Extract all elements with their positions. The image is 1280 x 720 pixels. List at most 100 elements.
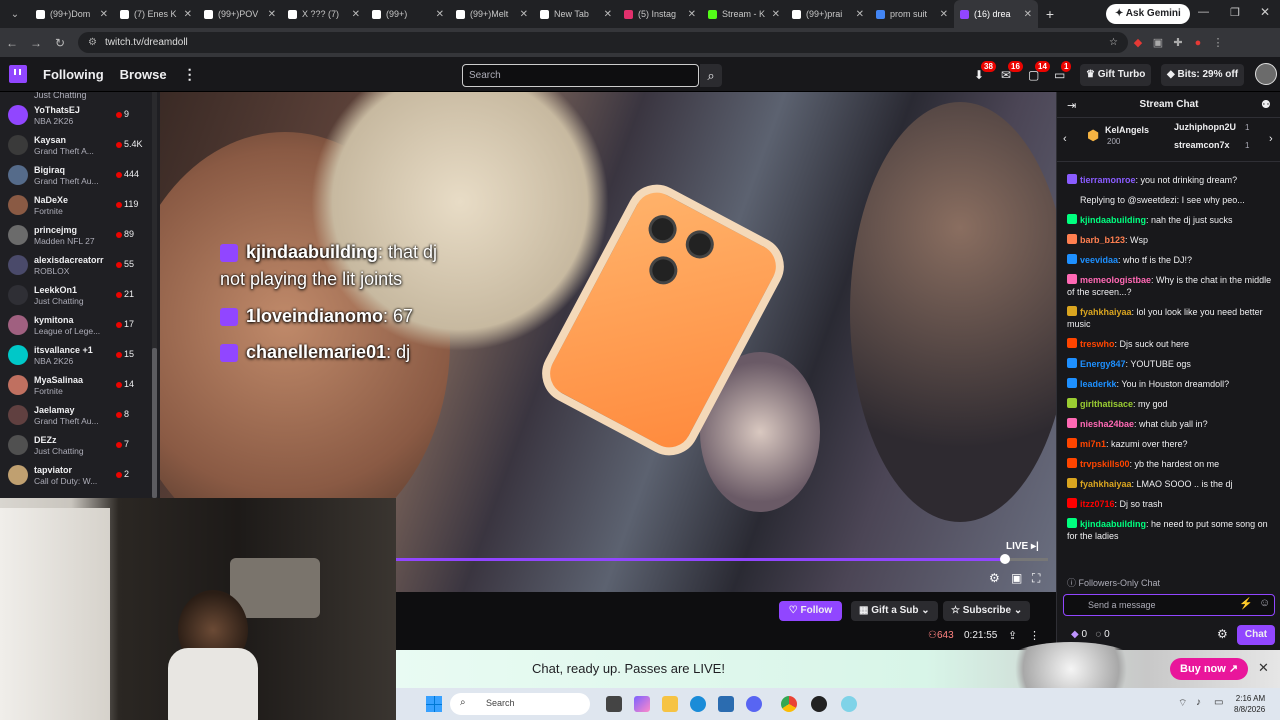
browse-link[interactable]: Browse [120, 67, 167, 82]
store-icon[interactable] [718, 696, 734, 712]
chat-username[interactable]: barb_b123 [1080, 235, 1125, 245]
discord-icon[interactable] [746, 696, 762, 712]
close-tab-icon[interactable]: ✕ [1024, 9, 1032, 20]
app-icon[interactable] [841, 696, 857, 712]
browser-tab[interactable]: X ??? (7) ✕ [282, 0, 366, 28]
close-tab-icon[interactable]: ✕ [184, 9, 192, 20]
close-tab-icon[interactable]: ✕ [100, 9, 108, 20]
close-tab-icon[interactable]: ✕ [688, 9, 696, 20]
copilot-icon[interactable] [634, 696, 650, 712]
sidebar-channel[interactable]: Kaysan Grand Theft A... 5.4K [0, 130, 160, 160]
sidebar-channel[interactable]: DEZz Just Chatting 7 [0, 430, 160, 460]
tab-search-icon[interactable]: ⌄ [0, 9, 30, 20]
app-icon[interactable] [811, 696, 827, 712]
close-tab-icon[interactable]: ✕ [856, 9, 864, 20]
windows-start-icon[interactable] [426, 696, 442, 712]
channel-points[interactable]: ◆ 0 ◌ 0 [1071, 629, 1110, 640]
close-tab-icon[interactable]: ✕ [520, 9, 528, 20]
chat-username[interactable]: trvpskills00 [1080, 459, 1130, 469]
chevron-left-icon[interactable]: ‹ [1063, 133, 1067, 145]
sidebar-scrollbar[interactable] [152, 92, 157, 498]
browser-tab[interactable]: (16) drea ✕ [954, 0, 1038, 28]
browser-tab[interactable]: (99+)Melt ✕ [450, 0, 534, 28]
sidebar-channel[interactable]: Bigiraq Grand Theft Au... 444 [0, 160, 160, 190]
buy-now-button[interactable]: Buy now ↗ [1170, 658, 1249, 680]
extension-icon[interactable]: ▣ [1148, 36, 1168, 49]
chat-username[interactable]: mi7n1 [1080, 439, 1106, 449]
task-view-icon[interactable] [606, 696, 622, 712]
chat-username[interactable]: tierramonroe [1080, 175, 1136, 185]
sidebar-channel[interactable]: MyaSalinaa Fortnite 14 [0, 370, 160, 400]
system-clock[interactable]: 2:16 AM 8/8/2026 [1234, 693, 1265, 715]
close-tab-icon[interactable]: ✕ [772, 9, 780, 20]
close-tab-icon[interactable]: ✕ [436, 9, 444, 20]
subscribe-button[interactable]: ☆ Subscribe ⌄ [943, 601, 1031, 621]
ask-gemini-button[interactable]: ✦ Ask Gemini [1106, 4, 1190, 24]
sidebar-channel[interactable]: YoThatsEJ NBA 2K26 9 [0, 100, 160, 130]
taskbar-search-input[interactable]: Search [450, 693, 590, 715]
sidebar-channel[interactable]: kymitona League of Lege... 17 [0, 310, 160, 340]
battery-icon[interactable]: ▭ [1214, 697, 1223, 708]
chat-username[interactable]: kjindaabuilding [1080, 519, 1146, 529]
extensions-puzzle-icon[interactable]: ✚ [1168, 36, 1188, 49]
edge-icon[interactable] [690, 696, 706, 712]
more-options-icon[interactable]: ⋮ [1029, 629, 1040, 642]
settings-gear-icon[interactable]: ⚙ [989, 571, 1000, 585]
gift-sub-button[interactable]: ▦ Gift a Sub ⌄ [851, 601, 938, 621]
gift-turbo-button[interactable]: ♛ Gift Turbo [1080, 64, 1152, 86]
video-progress-bar[interactable] [395, 558, 1048, 561]
close-tab-icon[interactable]: ✕ [352, 9, 360, 20]
bits-cheer-icon[interactable]: ⚡ [1239, 597, 1253, 610]
chevron-right-icon[interactable]: › [1269, 133, 1273, 145]
chat-username[interactable]: kjindaabuilding [1080, 215, 1146, 225]
chat-username[interactable]: Energy847 [1080, 359, 1126, 369]
address-bar[interactable]: ⚙ twitch.tv/dreamdoll ☆ [78, 32, 1128, 53]
sidebar-channel[interactable]: itsvallance +1 NBA 2K26 15 [0, 340, 160, 370]
leader-name[interactable]: streamcon7x [1174, 140, 1230, 150]
browser-menu-icon[interactable]: ⋮ [1208, 36, 1228, 49]
browser-tab[interactable]: New Tab ✕ [534, 0, 618, 28]
close-tab-icon[interactable]: ✕ [268, 9, 276, 20]
browser-tab[interactable]: (7) Enes K ✕ [114, 0, 198, 28]
chat-username[interactable]: girlthatisace [1080, 399, 1133, 409]
close-icon[interactable]: ✕ [1258, 660, 1269, 676]
leader-name[interactable]: Juzhiphopn2U [1174, 122, 1236, 132]
following-link[interactable]: Following [43, 67, 104, 82]
minimize-icon[interactable]: — [1198, 6, 1209, 18]
close-tab-icon[interactable]: ✕ [940, 9, 948, 20]
chat-username[interactable]: fyahkhaiyaa [1080, 479, 1132, 489]
profile-icon[interactable]: ● [1188, 37, 1208, 49]
chat-username[interactable]: niesha24bae [1080, 419, 1134, 429]
search-input[interactable]: Search [462, 64, 699, 87]
video-progress-handle[interactable] [1000, 554, 1010, 564]
sidebar-channel[interactable]: tapviator Call of Duty: W... 2 [0, 460, 160, 490]
bits-button[interactable]: ◆ Bits: 29% off [1161, 64, 1245, 86]
search-icon[interactable]: ⌕ [700, 64, 722, 87]
chat-settings-icon[interactable]: ⚙ [1217, 627, 1228, 641]
browser-tab[interactable]: (99+)Dom ✕ [30, 0, 114, 28]
leader-name[interactable]: KeIAngels [1105, 125, 1149, 135]
sidebar-channel[interactable]: LeekkOn1 Just Chatting 21 [0, 280, 160, 310]
chat-username[interactable]: fyahkhaiyaa [1080, 307, 1132, 317]
user-avatar[interactable] [1255, 63, 1277, 85]
sidebar-channel[interactable]: NaDeXe Fortnite 119 [0, 190, 160, 220]
more-menu-icon[interactable]: ⋮ [183, 66, 197, 83]
close-tab-icon[interactable]: ✕ [604, 9, 612, 20]
close-window-icon[interactable]: ✕ [1260, 5, 1270, 19]
plus-icon[interactable]: + [1038, 6, 1062, 22]
theatre-mode-icon[interactable]: ▣ [1011, 571, 1022, 585]
twitch-logo-icon[interactable] [9, 65, 27, 83]
sidebar-channel[interactable]: alexisdacreatorr ROBLOX 55 [0, 250, 160, 280]
site-info-icon[interactable]: ⚙ [88, 37, 97, 48]
forward-icon[interactable]: → [24, 36, 48, 50]
restore-icon[interactable]: ❐ [1230, 6, 1240, 19]
chat-username[interactable]: veevidaa [1080, 255, 1118, 265]
chat-send-button[interactable]: Chat [1237, 625, 1275, 645]
emote-picker-icon[interactable]: ☺ [1259, 597, 1270, 609]
browser-tab[interactable]: (5) Instag ✕ [618, 0, 702, 28]
chat-username[interactable]: itzz0716 [1080, 499, 1115, 509]
community-icon[interactable]: ⚉ [1261, 98, 1271, 111]
sidebar-channel[interactable]: Jaelamay Grand Theft Au... 8 [0, 400, 160, 430]
browser-tab[interactable]: (99+)POV ✕ [198, 0, 282, 28]
network-icon[interactable]: ⌔ [1178, 697, 1187, 710]
